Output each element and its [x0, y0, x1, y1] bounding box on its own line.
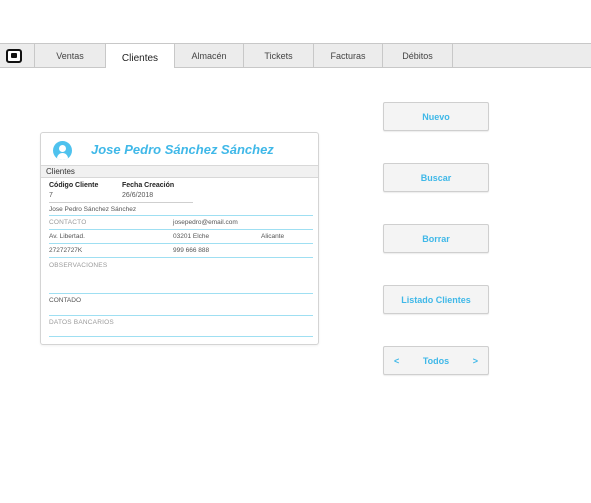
field-underline — [49, 315, 313, 316]
section-label: Clientes — [46, 167, 75, 176]
client-full-name-field[interactable]: Jose Pedro Sánchez Sánchez — [49, 206, 136, 213]
app-root: Ventas Clientes Almacén Tickets Facturas… — [0, 0, 591, 503]
tab-label: Ventas — [56, 50, 84, 61]
button-label: Listado Clientes — [401, 294, 471, 305]
client-card: Jose Pedro Sánchez Sánchez Clientes Códi… — [40, 132, 319, 345]
all-records-button[interactable]: Todos — [423, 356, 449, 366]
observations-field[interactable]: OBSERVACIONES — [49, 262, 107, 269]
creation-date-label: Fecha Creación — [122, 182, 175, 189]
tab-ventas[interactable]: Ventas — [34, 44, 106, 67]
previous-button[interactable]: < — [394, 356, 399, 366]
client-name-title: Jose Pedro Sánchez Sánchez — [91, 142, 274, 157]
creation-date-value: 26/6/2018 — [122, 192, 154, 199]
field-underline — [49, 243, 313, 244]
record-navigator: < Todos > — [383, 346, 489, 375]
tab-label: Tickets — [264, 50, 293, 61]
button-label: Buscar — [420, 172, 452, 183]
tax-id-field[interactable]: 27272727K — [49, 247, 82, 254]
app-logo-icon[interactable] — [6, 49, 22, 63]
button-label: Borrar — [422, 233, 450, 244]
search-button[interactable]: Buscar — [383, 163, 489, 192]
province-field[interactable]: Alicante — [261, 233, 284, 240]
tab-debitos[interactable]: Débitos — [383, 44, 453, 67]
next-button[interactable]: > — [473, 356, 478, 366]
field-underline — [49, 215, 313, 216]
phone-field[interactable]: 999 666 888 — [173, 247, 209, 254]
client-code-label: Código Cliente — [49, 182, 99, 189]
tab-label: Débitos — [402, 50, 433, 61]
contact-field[interactable]: CONTACTO — [49, 219, 86, 226]
tab-label: Clientes — [121, 53, 159, 64]
client-code-value: 7 — [49, 192, 53, 199]
tab-almacen[interactable]: Almacén — [175, 44, 244, 67]
top-nav-bar: Ventas Clientes Almacén Tickets Facturas… — [0, 43, 591, 68]
bank-details-field[interactable]: DATOS BANCARIOS — [49, 319, 114, 326]
tab-label: Almacén — [191, 50, 227, 61]
tab-facturas[interactable]: Facturas — [314, 44, 383, 67]
clients-section-header: Clientes — [41, 165, 318, 178]
field-underline — [49, 229, 313, 230]
address-field[interactable]: Av. Libertad. — [49, 233, 85, 240]
tab-label: Facturas — [330, 50, 366, 61]
delete-button[interactable]: Borrar — [383, 224, 489, 253]
postal-city-field[interactable]: 03201 Elche — [173, 233, 209, 240]
tab-clientes[interactable]: Clientes — [106, 44, 175, 68]
button-label: Nuevo — [422, 111, 450, 122]
tab-tickets[interactable]: Tickets — [244, 44, 314, 67]
field-underline — [49, 336, 313, 337]
new-button[interactable]: Nuevo — [383, 102, 489, 131]
divider — [49, 202, 193, 203]
field-underline — [49, 257, 313, 258]
user-avatar-icon — [53, 141, 72, 160]
email-field[interactable]: josepedro@email.com — [173, 219, 238, 226]
client-list-button[interactable]: Listado Clientes — [383, 285, 489, 314]
payment-method-field[interactable]: CONTADO — [49, 297, 81, 304]
field-underline — [49, 293, 313, 294]
